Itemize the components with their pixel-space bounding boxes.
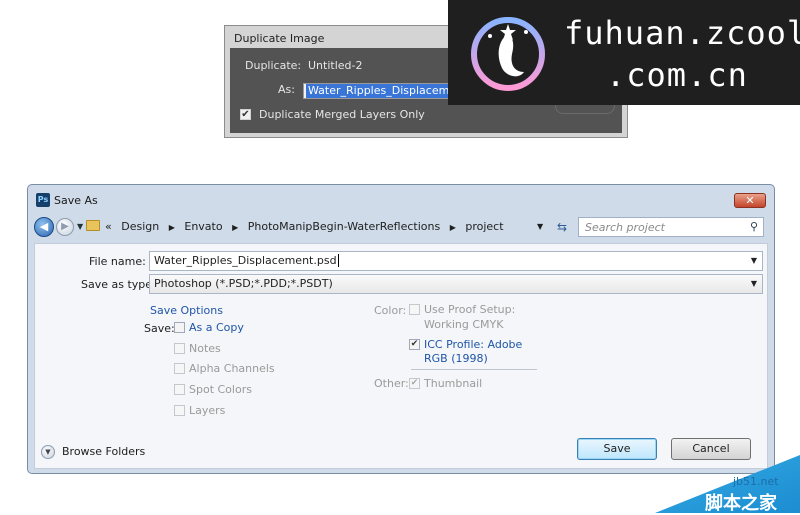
save-as-dialog: Ps Save As ✕ ◀ ▶ ▼ « Design ▶ Envato ▶ P…: [27, 184, 775, 474]
corner-watermark-url: jb51.net: [733, 475, 779, 488]
chevron-right-icon[interactable]: ▶: [169, 223, 175, 232]
save-button[interactable]: Save: [577, 438, 657, 460]
as-a-copy-checkbox[interactable]: [174, 322, 185, 333]
breadcrumb-item-project[interactable]: project: [465, 220, 503, 233]
browse-folders-label[interactable]: Browse Folders: [62, 445, 145, 458]
color-label: Color:: [374, 304, 407, 317]
breadcrumb-item-envato[interactable]: Envato: [184, 220, 222, 233]
save-label: Save:: [144, 322, 175, 335]
browse-folders-toggle-icon[interactable]: ▼: [41, 445, 55, 459]
forward-arrow-icon[interactable]: ▶: [56, 218, 74, 236]
breadcrumb-item-photomanip[interactable]: PhotoManipBegin-WaterReflections: [248, 220, 440, 233]
use-proof-setup-checkbox[interactable]: [409, 304, 420, 315]
save-as-type-select[interactable]: Photoshop (*.PSD;*.PDD;*.PSDT) ▼: [149, 274, 763, 294]
back-arrow-icon[interactable]: ◀: [34, 217, 54, 237]
chevron-down-icon[interactable]: ▼: [751, 275, 757, 293]
alpha-channels-checkbox[interactable]: [174, 363, 185, 374]
thumbnail-checkbox[interactable]: ✔: [409, 378, 420, 389]
refresh-icon[interactable]: ⇆: [553, 218, 571, 236]
chevron-right-icon[interactable]: ▶: [232, 223, 238, 232]
use-proof-setup-label: Use Proof Setup:: [424, 303, 516, 316]
search-input[interactable]: Search project ⚲: [578, 217, 764, 237]
as-label: As:: [278, 83, 295, 96]
search-placeholder: Search project: [585, 221, 665, 234]
duplicate-merged-label: Duplicate Merged Layers Only: [259, 108, 425, 121]
duplicate-value: Untitled-2: [308, 59, 363, 72]
folder-icon: [86, 220, 100, 231]
icc-profile-checkbox[interactable]: ✔: [409, 339, 420, 350]
notes-label: Notes: [189, 342, 221, 355]
icc-profile-label: ICC Profile: Adobe: [424, 338, 523, 351]
chevron-down-icon[interactable]: ▼: [751, 252, 757, 270]
close-button[interactable]: ✕: [734, 193, 766, 208]
duplicate-dialog-title: Duplicate Image: [234, 32, 325, 45]
notes-checkbox[interactable]: [174, 343, 185, 354]
save-options-heading: Save Options: [150, 304, 223, 317]
thumbnail-label: Thumbnail: [424, 377, 483, 390]
spot-colors-checkbox[interactable]: [174, 384, 185, 395]
as-a-copy-label: As a Copy: [189, 321, 244, 334]
cat-logo-icon: [471, 17, 545, 91]
save-as-type-value: Photoshop (*.PSD;*.PDD;*.PSDT): [154, 277, 333, 290]
alpha-channels-label: Alpha Channels: [189, 362, 275, 375]
breadcrumb[interactable]: « Design ▶ Envato ▶ PhotoManipBegin-Wate…: [105, 218, 504, 236]
as-name-selected-text: Water_Ripples_Displacemen: [306, 84, 466, 98]
file-name-label: File name:: [89, 255, 146, 268]
working-cmyk-label: Working CMYK: [424, 318, 504, 331]
spot-colors-label: Spot Colors: [189, 383, 252, 396]
file-name-value: Water_Ripples_Displacement.psd: [154, 254, 337, 267]
jb51-watermark: jb51.net 脚本之家: [655, 455, 800, 514]
breadcrumb-item-design[interactable]: Design: [121, 220, 159, 233]
save-as-type-label: Save as type:: [81, 278, 156, 291]
layers-label: Layers: [189, 404, 226, 417]
watermark-line2: .com.cn: [606, 56, 748, 94]
file-name-input[interactable]: Water_Ripples_Displacement.psd ▼: [149, 251, 763, 271]
icc-profile-rgb-label: RGB (1998): [424, 352, 488, 365]
watermark-line1: fuhuan.zcool: [564, 14, 800, 52]
history-dropdown-icon[interactable]: ▼: [77, 222, 83, 231]
search-icon[interactable]: ⚲: [750, 220, 758, 233]
path-dropdown-icon[interactable]: ▼: [537, 218, 547, 236]
corner-watermark-name: 脚本之家: [705, 493, 777, 514]
duplicate-merged-checkbox[interactable]: ✔: [240, 109, 251, 120]
photoshop-app-icon: Ps: [36, 193, 50, 207]
layers-checkbox[interactable]: [174, 405, 185, 416]
save-as-title: Save As: [54, 194, 98, 207]
options-divider: [411, 369, 537, 370]
fuhuan-watermark: fuhuan.zcool .com.cn: [448, 0, 800, 105]
chevron-right-icon[interactable]: ▶: [450, 223, 456, 232]
other-label: Other:: [374, 377, 409, 390]
breadcrumb-overflow[interactable]: «: [105, 220, 112, 233]
duplicate-label: Duplicate:: [245, 59, 302, 72]
